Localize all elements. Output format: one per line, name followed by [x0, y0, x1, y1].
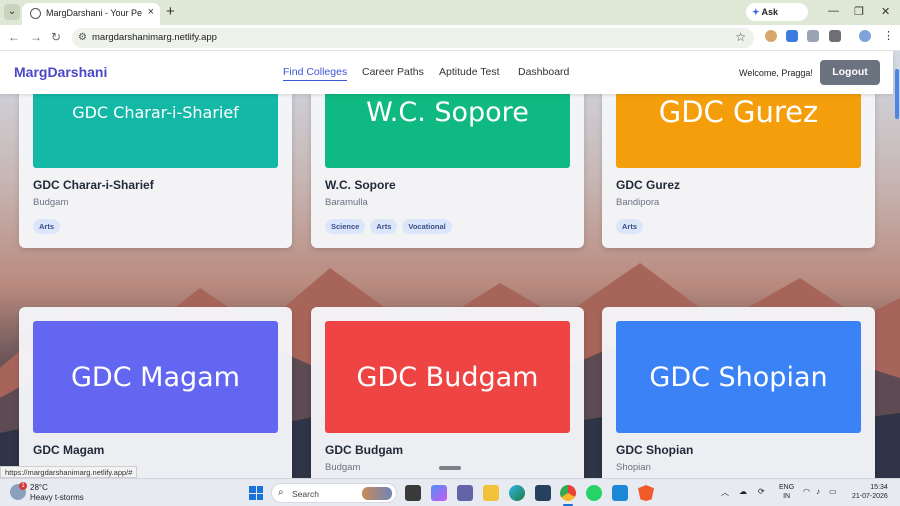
lang-line2: IN — [783, 493, 791, 500]
gemini-spark-icon: ✦ — [752, 7, 760, 17]
forward-icon[interactable]: → — [30, 30, 42, 44]
college-name: GDC Budgam — [325, 443, 403, 457]
brand-logo[interactable]: MargDarshani — [14, 64, 107, 80]
site-info-icon[interactable]: ⚙ — [78, 32, 87, 43]
omnibox[interactable]: ⚙ margdarshanimarg.netlify.app ☆ — [72, 28, 754, 48]
college-location: Budgam — [33, 197, 69, 208]
tab-close-button[interactable]: × — [148, 6, 154, 18]
nav-dashboard[interactable]: Dashboard — [518, 66, 569, 78]
taskbar: 1 28°C Heavy t-storms ⌕ Search ︿ ☁ ⟳ ENG… — [0, 478, 900, 506]
page-viewport: MargDarshani Find Colleges Career Paths … — [0, 51, 900, 478]
stream-tag: Science — [325, 219, 366, 234]
wifi-icon[interactable]: ◠ — [803, 487, 810, 496]
edge-icon[interactable] — [509, 485, 525, 501]
tray-chevron-icon[interactable]: ︿ — [721, 487, 729, 498]
language-indicator[interactable]: ENG IN — [779, 483, 794, 501]
taskbar-search[interactable]: ⌕ Search — [271, 483, 397, 503]
college-name: GDC Gurez — [616, 178, 681, 192]
college-name: W.C. Sopore — [325, 178, 396, 192]
weather-badge: 1 — [19, 482, 27, 490]
file-explorer-icon[interactable] — [483, 485, 499, 501]
stream-tags: Science Arts Vocational — [325, 219, 452, 234]
search-placeholder: Search — [292, 489, 319, 499]
battery-icon[interactable]: ▭ — [829, 487, 837, 496]
browser-tab-strip: ⌄ MargDarshani - Your Personaliz... × + … — [0, 0, 900, 35]
college-location: Bandipora — [616, 197, 660, 208]
start-windows-icon[interactable] — [249, 486, 263, 500]
site-header: MargDarshani Find Colleges Career Paths … — [0, 51, 893, 94]
new-tab-button[interactable]: + — [166, 3, 175, 20]
lang-line1: ENG — [779, 484, 795, 491]
stream-tags: Arts — [33, 219, 61, 234]
logout-button[interactable]: Logout — [820, 60, 880, 85]
college-card[interactable]: GDC Budgam GDC Budgam Budgam — [311, 307, 584, 478]
tab-title: MargDarshani - Your Personaliz... — [46, 8, 142, 18]
clock-date: 21-07-2026 — [852, 493, 888, 500]
clock[interactable]: 15:34 21-07-2026 — [852, 483, 888, 501]
volume-icon[interactable]: ♪ — [816, 487, 820, 496]
whatsapp-icon[interactable] — [586, 485, 602, 501]
teams-icon[interactable] — [457, 485, 473, 501]
brave-icon[interactable] — [638, 485, 654, 501]
bookmark-star-icon[interactable]: ☆ — [735, 30, 746, 44]
store-icon[interactable] — [535, 485, 551, 501]
stream-tags: Arts — [616, 219, 644, 234]
extension-shield-icon[interactable] — [807, 30, 819, 42]
extensions-puzzle-icon[interactable] — [829, 30, 841, 42]
back-icon[interactable]: ← — [8, 30, 20, 44]
extension-media-icon[interactable] — [786, 30, 798, 42]
welcome-text: Welcome, Pragga! — [739, 68, 813, 78]
nav-find-colleges[interactable]: Find Colleges — [283, 66, 348, 81]
weather-temp[interactable]: 28°C — [30, 483, 48, 492]
search-icon: ⌕ — [278, 487, 284, 498]
task-view-icon[interactable] — [405, 485, 421, 501]
nav-career-paths[interactable]: Career Paths — [362, 66, 424, 78]
minimize-button[interactable]: — — [828, 5, 839, 17]
college-card[interactable]: GDC Shopian GDC Shopian Shopian — [602, 307, 875, 478]
stream-tag: Arts — [370, 219, 398, 234]
reload-icon[interactable]: ↻ — [51, 30, 61, 44]
search-highlight-art — [362, 487, 392, 500]
profile-avatar-icon[interactable] — [859, 30, 871, 42]
stream-tag: Arts — [616, 219, 644, 234]
tab-search-icon[interactable]: ⌄ — [4, 4, 20, 20]
stream-tag: Arts — [33, 219, 61, 234]
college-name: GDC Shopian — [616, 443, 694, 457]
stream-tag: Vocational — [402, 219, 452, 234]
drag-handle[interactable] — [439, 466, 461, 470]
weather-desc[interactable]: Heavy t-storms — [30, 493, 84, 502]
ask-gemini-button[interactable]: ✦Ask Gemini — [746, 3, 808, 35]
college-location: Baramulla — [325, 197, 368, 208]
college-banner: GDC Shopian — [616, 321, 861, 433]
nav-aptitude-test[interactable]: Aptitude Test — [439, 66, 500, 78]
clock-time: 15:34 — [870, 484, 888, 491]
more-menu-icon[interactable]: ⋮ — [883, 29, 894, 42]
url-text[interactable]: margdarshanimarg.netlify.app — [92, 32, 217, 43]
status-bar-url: https://margdarshanimarg.netlify.app/# — [0, 466, 138, 478]
college-name: GDC Magam — [33, 443, 105, 457]
college-name: GDC Charar-i-Sharief — [33, 178, 154, 192]
copilot-icon[interactable] — [431, 485, 447, 501]
college-card[interactable]: GDC Magam GDC Magam — [19, 307, 292, 478]
college-location: Shopian — [616, 462, 651, 473]
extension-avatar-icon[interactable] — [765, 30, 777, 42]
scrollbar-thumb[interactable] — [895, 69, 899, 119]
vscode-icon[interactable] — [612, 485, 628, 501]
browser-tab[interactable]: MargDarshani - Your Personaliz... × — [22, 3, 160, 25]
chrome-icon[interactable] — [560, 485, 576, 501]
close-window-button[interactable]: ✕ — [881, 5, 890, 18]
sync-icon[interactable]: ⟳ — [758, 487, 765, 496]
globe-icon — [30, 8, 41, 19]
college-location: Budgam — [325, 462, 361, 473]
college-banner: GDC Magam — [33, 321, 278, 433]
college-banner: GDC Budgam — [325, 321, 570, 433]
maximize-button[interactable]: ❐ — [854, 5, 864, 18]
onedrive-icon[interactable]: ☁ — [739, 487, 747, 496]
